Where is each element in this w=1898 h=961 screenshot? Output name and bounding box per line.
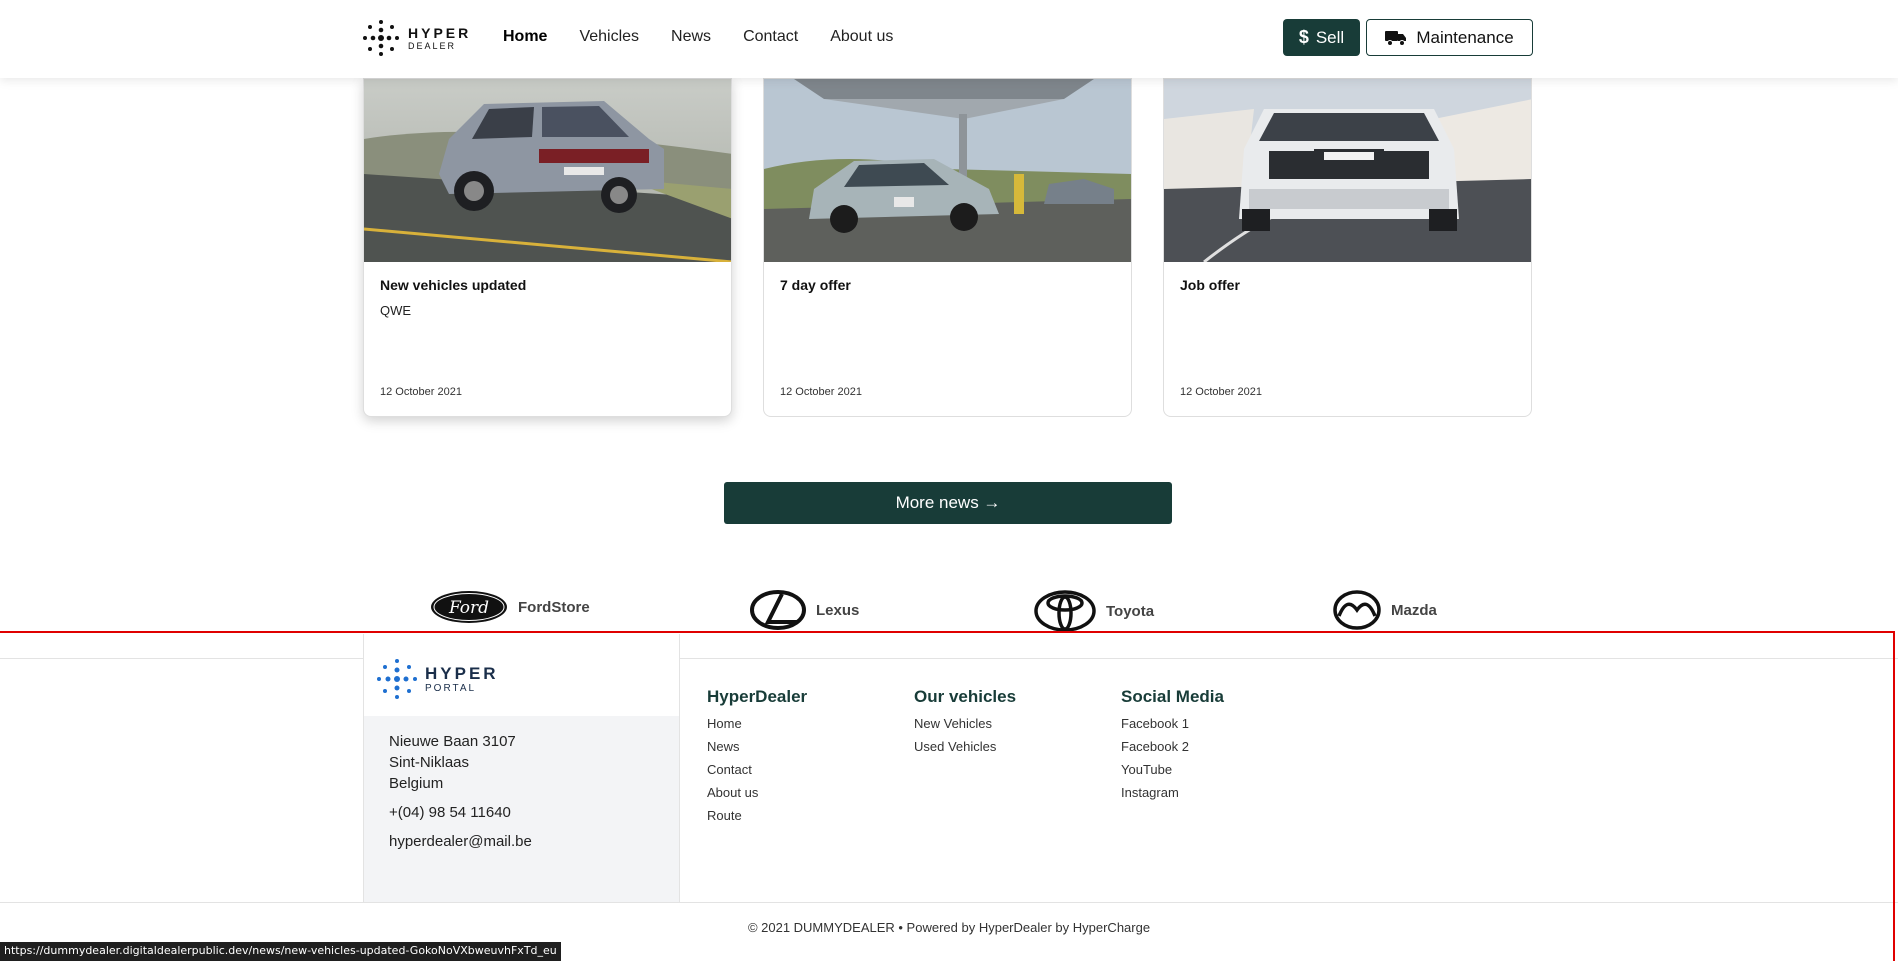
portal-logo-line1: HYPER — [425, 663, 499, 683]
truck-icon — [1385, 30, 1407, 46]
news-image-ev-charging — [764, 79, 1131, 262]
news-date: 12 October 2021 — [780, 386, 862, 398]
browser-status-url: https://dummydealer.digitaldealerpublic.… — [0, 942, 561, 961]
footer-link-news[interactable]: News — [707, 739, 807, 754]
copyright-text: © 2021 DUMMYDEALER • Powered by HyperDea… — [747, 920, 1151, 935]
mazda-logo-icon — [1333, 590, 1381, 630]
address-city: Sint-Niklaas — [389, 754, 470, 771]
footer-column-social-media: Social Media Facebook 1 Facebook 2 YouTu… — [1121, 687, 1224, 808]
address-country: Belgium — [389, 775, 444, 792]
footer-divider-top — [0, 658, 1898, 659]
hyperdealer-logo[interactable]: HYPER DEALER — [362, 18, 477, 58]
nav-contact[interactable]: Contact — [743, 28, 798, 46]
brand-name: Toyota — [1106, 602, 1155, 620]
portal-logo-line2: PORTAL — [425, 682, 477, 694]
ford-logo-text: Ford — [448, 598, 489, 618]
nav-about-us[interactable]: About us — [830, 28, 893, 46]
sell-label: Sell — [1315, 27, 1345, 47]
footer-heading: Social Media — [1121, 687, 1224, 706]
lexus-logo-icon — [750, 590, 806, 630]
brand-ford[interactable]: Ford FordStore — [430, 590, 590, 624]
brand-mazda[interactable]: Mazda — [1333, 590, 1437, 630]
phone-link[interactable]: +(04) 98 54 11640 — [389, 804, 511, 821]
brand-name: Mazda — [1391, 601, 1437, 619]
news-title: 7 day offer — [780, 277, 851, 293]
footer-link-contact[interactable]: Contact — [707, 762, 807, 777]
logo-dots-icon — [363, 20, 399, 56]
news-image-suv-road — [364, 79, 731, 262]
news-card[interactable]: 7 day offer 12 October 2021 — [763, 78, 1132, 417]
nav-news[interactable]: News — [671, 28, 711, 46]
news-image-range-rover-snow — [1164, 79, 1531, 262]
maintenance-label: Maintenance — [1416, 27, 1514, 47]
footer-link-facebook-1[interactable]: Facebook 1 — [1121, 716, 1224, 731]
toyota-logo-icon — [1034, 590, 1096, 632]
news-title: Job offer — [1180, 277, 1240, 293]
footer-link-facebook-2[interactable]: Facebook 2 — [1121, 739, 1224, 754]
logo-line1: HYPER — [408, 24, 472, 41]
news-subtitle: QWE — [380, 303, 412, 318]
footer-heading: Our vehicles — [914, 687, 1017, 706]
footer-link-about-us[interactable]: About us — [707, 785, 807, 800]
brand-name: Lexus — [816, 601, 860, 619]
brand-name: FordStore — [518, 598, 590, 616]
brand-toyota[interactable]: Toyota — [1034, 590, 1154, 632]
footer-column-our-vehicles: Our vehicles New Vehicles Used Vehicles — [914, 687, 1016, 762]
footer-link-used-vehicles[interactable]: Used Vehicles — [914, 739, 1016, 754]
address-info: Nieuwe Baan 3107 Sint-Niklaas Belgium +(… — [364, 716, 679, 902]
footer-heading: HyperDealer — [707, 687, 808, 706]
nav-vehicles[interactable]: Vehicles — [579, 28, 639, 46]
more-news-button[interactable]: More news → — [724, 482, 1172, 524]
email-link[interactable]: hyperdealer@mail.be — [389, 833, 532, 850]
news-card[interactable]: New vehicles updated QWE 12 October 2021 — [363, 78, 732, 417]
news-card[interactable]: Job offer 12 October 2021 — [1163, 78, 1532, 417]
footer-link-route[interactable]: Route — [707, 808, 807, 823]
footer-link-new-vehicles[interactable]: New Vehicles — [914, 716, 1016, 731]
portal-logo-area: HYPER PORTAL — [364, 634, 679, 716]
footer-link-instagram[interactable]: Instagram — [1121, 785, 1224, 800]
main-nav: Home Vehicles News Contact About us — [503, 28, 925, 46]
logo-line2: DEALER — [408, 40, 457, 51]
highlight-box — [0, 631, 1895, 961]
nav-home[interactable]: Home — [503, 28, 547, 46]
sell-button[interactable]: $ Sell — [1283, 19, 1360, 56]
brand-lexus[interactable]: Lexus — [750, 590, 859, 630]
footer-contact-block: HYPER PORTAL Nieuwe Baan 3107 Sint-Nikla… — [363, 634, 680, 902]
site-header: HYPER DEALER Home Vehicles News Contact … — [0, 0, 1898, 78]
address-street: Nieuwe Baan 3107 — [389, 733, 516, 750]
ford-logo-icon: Ford — [431, 591, 507, 623]
dollar-icon: $ — [1298, 27, 1309, 47]
portal-logo-dots-icon — [377, 659, 417, 699]
footer-column-hyperdealer: HyperDealer Home News Contact About us R… — [707, 687, 807, 831]
news-date: 12 October 2021 — [1180, 386, 1262, 398]
footer-divider-bottom — [0, 902, 1898, 903]
news-title: New vehicles updated — [380, 277, 527, 293]
maintenance-button[interactable]: Maintenance — [1366, 19, 1533, 56]
hyperportal-logo[interactable]: HYPER PORTAL — [376, 658, 499, 700]
footer-link-youtube[interactable]: YouTube — [1121, 762, 1224, 777]
footer-link-home[interactable]: Home — [707, 716, 807, 731]
news-date: 12 October 2021 — [380, 386, 462, 398]
